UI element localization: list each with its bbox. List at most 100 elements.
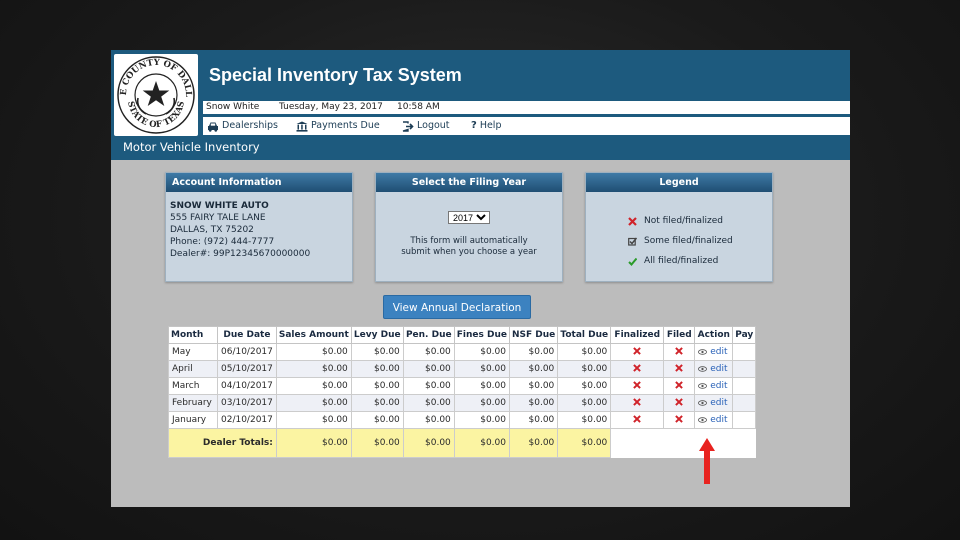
cell-month: February <box>168 394 218 412</box>
total-nsf: $0.00 <box>508 428 559 458</box>
col-filed: Filed <box>663 326 696 344</box>
nav-help-label: Help <box>479 120 502 131</box>
filing-year-heading: Select the Filing Year <box>376 173 562 192</box>
cell-levy: $0.00 <box>350 377 404 395</box>
header: THE COUNTY OF DALLAS STATE OF TEXAS Spec… <box>111 50 850 160</box>
account-info-heading: Account Information <box>166 173 352 192</box>
edit-link[interactable]: edit <box>698 415 728 425</box>
filing-year-select[interactable]: 2017 <box>448 211 490 224</box>
inventory-table: Month Due Date Sales Amount Levy Due Pen… <box>168 326 757 458</box>
logout-icon <box>402 120 414 132</box>
cell-levy: $0.00 <box>350 343 404 361</box>
eye-icon <box>698 399 708 406</box>
cell-fines: $0.00 <box>453 343 510 361</box>
pay-cell <box>732 411 757 429</box>
cell-pen: $0.00 <box>402 411 455 429</box>
legend-panel: Legend Not filed/finalized Some filed/fi… <box>585 172 773 282</box>
table-row: April 05/10/2017 $0.00 $0.00 $0.00 $0.00 $0.00… <box>168 360 757 378</box>
cell-sales: $0.00 <box>275 343 352 361</box>
cell-month: January <box>168 411 218 429</box>
cell-total: $0.00 <box>557 377 612 395</box>
cell-total: $0.00 <box>557 394 612 412</box>
action-cell: edit <box>694 394 734 412</box>
cell-due-date: 06/10/2017 <box>217 343 277 361</box>
view-annual-declaration-button[interactable]: View Annual Declaration <box>383 295 531 319</box>
cell-sales: $0.00 <box>275 411 352 429</box>
cell-fines: $0.00 <box>453 360 510 378</box>
cell-nsf: $0.00 <box>508 360 559 378</box>
cell-due-date: 02/10/2017 <box>217 411 277 429</box>
nav-dealerships-label: Dealerships <box>222 120 278 131</box>
legend-heading: Legend <box>586 173 772 192</box>
total-pen: $0.00 <box>402 428 455 458</box>
legend-label-all-filed: All filed/finalized <box>644 256 719 266</box>
col-pen-due: Pen. Due <box>402 326 455 344</box>
action-cell: edit <box>694 377 734 395</box>
action-cell: edit <box>694 343 734 361</box>
nav-logout[interactable]: Logout <box>402 117 450 135</box>
red-x-icon <box>633 346 642 358</box>
legend-item-some-filed: Some filed/finalized <box>628 236 733 246</box>
checkbox-icon <box>628 237 637 246</box>
cell-due-date: 05/10/2017 <box>217 360 277 378</box>
nav-logout-label: Logout <box>417 120 450 131</box>
account-info-panel: Account Information SNOW WHITE AUTO 555 … <box>165 172 353 282</box>
account-details: SNOW WHITE AUTO 555 FAIRY TALE LANE DALL… <box>166 192 352 268</box>
cell-month: March <box>168 377 218 395</box>
section-title: Motor Vehicle Inventory <box>123 140 260 154</box>
finalized-status <box>610 343 665 361</box>
edit-link[interactable]: edit <box>698 364 728 374</box>
cell-levy: $0.00 <box>350 360 404 378</box>
cell-pen: $0.00 <box>402 377 455 395</box>
dealer-address-line2: DALLAS, TX 75202 <box>170 225 254 235</box>
pay-cell <box>732 377 757 395</box>
cell-nsf: $0.00 <box>508 377 559 395</box>
dealer-phone: Phone: (972) 444-7777 <box>170 237 275 247</box>
cell-nsf: $0.00 <box>508 343 559 361</box>
nav-payments-due[interactable]: Payments Due <box>296 117 380 135</box>
total-total: $0.00 <box>557 428 612 458</box>
red-x-icon <box>633 380 642 392</box>
cell-pen: $0.00 <box>402 394 455 412</box>
table-header-row: Month Due Date Sales Amount Levy Due Pen… <box>168 326 757 344</box>
red-x-icon <box>675 346 684 358</box>
edit-link[interactable]: edit <box>698 347 728 357</box>
pay-cell <box>732 360 757 378</box>
cell-pen: $0.00 <box>402 360 455 378</box>
cell-nsf: $0.00 <box>508 394 559 412</box>
cell-levy: $0.00 <box>350 411 404 429</box>
cell-nsf: $0.00 <box>508 411 559 429</box>
col-total-due: Total Due <box>557 326 612 344</box>
legend-item-not-filed: Not filed/finalized <box>628 216 723 226</box>
cell-due-date: 03/10/2017 <box>217 394 277 412</box>
red-x-icon <box>675 397 684 409</box>
nav-help[interactable]: ? Help <box>471 117 501 135</box>
pay-cell <box>732 343 757 361</box>
filed-status <box>663 343 696 361</box>
question-icon: ? <box>471 120 477 131</box>
col-action: Action <box>694 326 734 344</box>
edit-link[interactable]: edit <box>698 398 728 408</box>
legend-item-all-filed: All filed/finalized <box>628 256 718 266</box>
red-x-icon <box>633 397 642 409</box>
filing-year-note-line2: submit when you choose a year <box>401 247 537 257</box>
cell-fines: $0.00 <box>453 411 510 429</box>
filed-status <box>663 377 696 395</box>
action-cell: edit <box>694 411 734 429</box>
col-nsf-due: NSF Due <box>508 326 559 344</box>
green-check-icon <box>628 257 637 266</box>
nav-dealerships[interactable]: Dealerships <box>207 117 278 135</box>
table-row: January 02/10/2017 $0.00 $0.00 $0.00 $0.00 $0.… <box>168 411 757 429</box>
edit-link[interactable]: edit <box>698 381 728 391</box>
eye-icon <box>698 416 708 423</box>
cell-sales: $0.00 <box>275 394 352 412</box>
current-time: 10:58 AM <box>397 102 440 112</box>
table-row: March 04/10/2017 $0.00 $0.00 $0.00 $0.00 $0.00… <box>168 377 757 395</box>
col-finalized: Finalized <box>610 326 665 344</box>
finalized-status <box>610 377 665 395</box>
cell-fines: $0.00 <box>453 394 510 412</box>
total-fines: $0.00 <box>453 428 510 458</box>
pay-cell <box>732 394 757 412</box>
cell-month: April <box>168 360 218 378</box>
eye-icon <box>698 365 708 372</box>
